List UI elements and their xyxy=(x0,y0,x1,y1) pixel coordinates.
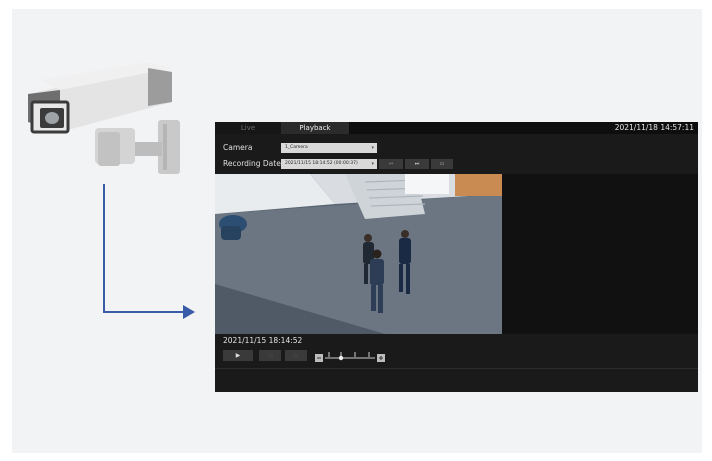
recording-date-select[interactable]: 2021/11/15 18:14:52 (00:00:37) ▾ xyxy=(281,159,377,169)
playback-timestamp: 2021/11/15 18:14:52 xyxy=(223,336,303,345)
export-button[interactable]: ▭ xyxy=(431,159,453,169)
recording-date-value: 2021/11/15 18:14:52 (00:00:37) xyxy=(285,161,358,166)
chevron-down-icon: ▾ xyxy=(371,145,374,151)
step-back-button[interactable]: ◁ xyxy=(259,350,281,361)
step-forward-icon: ▷ xyxy=(293,352,299,359)
previous-segment-button[interactable]: ⏮ xyxy=(379,159,403,169)
arrow-line-vertical xyxy=(103,184,105,313)
camera-select[interactable]: 1_Camera ▾ xyxy=(281,143,377,153)
camera-select-value: 1_Camera xyxy=(285,145,308,150)
recording-date-label: Recording Date xyxy=(223,159,281,168)
skip-forward-icon: ⏭ xyxy=(414,161,420,167)
arrow-line-horizontal xyxy=(103,311,185,313)
tab-bar: Live Playback 2021/11/18 14:57:11 xyxy=(215,122,698,134)
video-area xyxy=(215,174,698,334)
playback-speed-slider[interactable] xyxy=(315,346,389,364)
skip-back-icon: ⏮ xyxy=(388,161,394,167)
camera-feed-image xyxy=(215,174,502,334)
camera-label: Camera xyxy=(223,143,253,152)
play-icon: ▶ xyxy=(235,352,241,359)
step-forward-button[interactable]: ▷ xyxy=(285,350,307,361)
security-camera-icon xyxy=(28,62,180,174)
step-back-icon: ◁ xyxy=(267,352,273,359)
next-segment-button[interactable]: ⏭ xyxy=(405,159,429,169)
chevron-down-icon: ▾ xyxy=(371,161,374,167)
arrow-head-icon xyxy=(183,305,195,319)
playback-viewer-window: Live Playback 2021/11/18 14:57:11 Camera… xyxy=(215,122,698,392)
tab-playback[interactable]: Playback xyxy=(281,122,349,134)
export-icon: ▭ xyxy=(439,161,445,167)
play-button[interactable]: ▶ xyxy=(223,350,253,361)
divider xyxy=(215,368,698,369)
tab-live[interactable]: Live xyxy=(215,122,281,134)
current-datetime: 2021/11/18 14:57:11 xyxy=(614,123,694,132)
